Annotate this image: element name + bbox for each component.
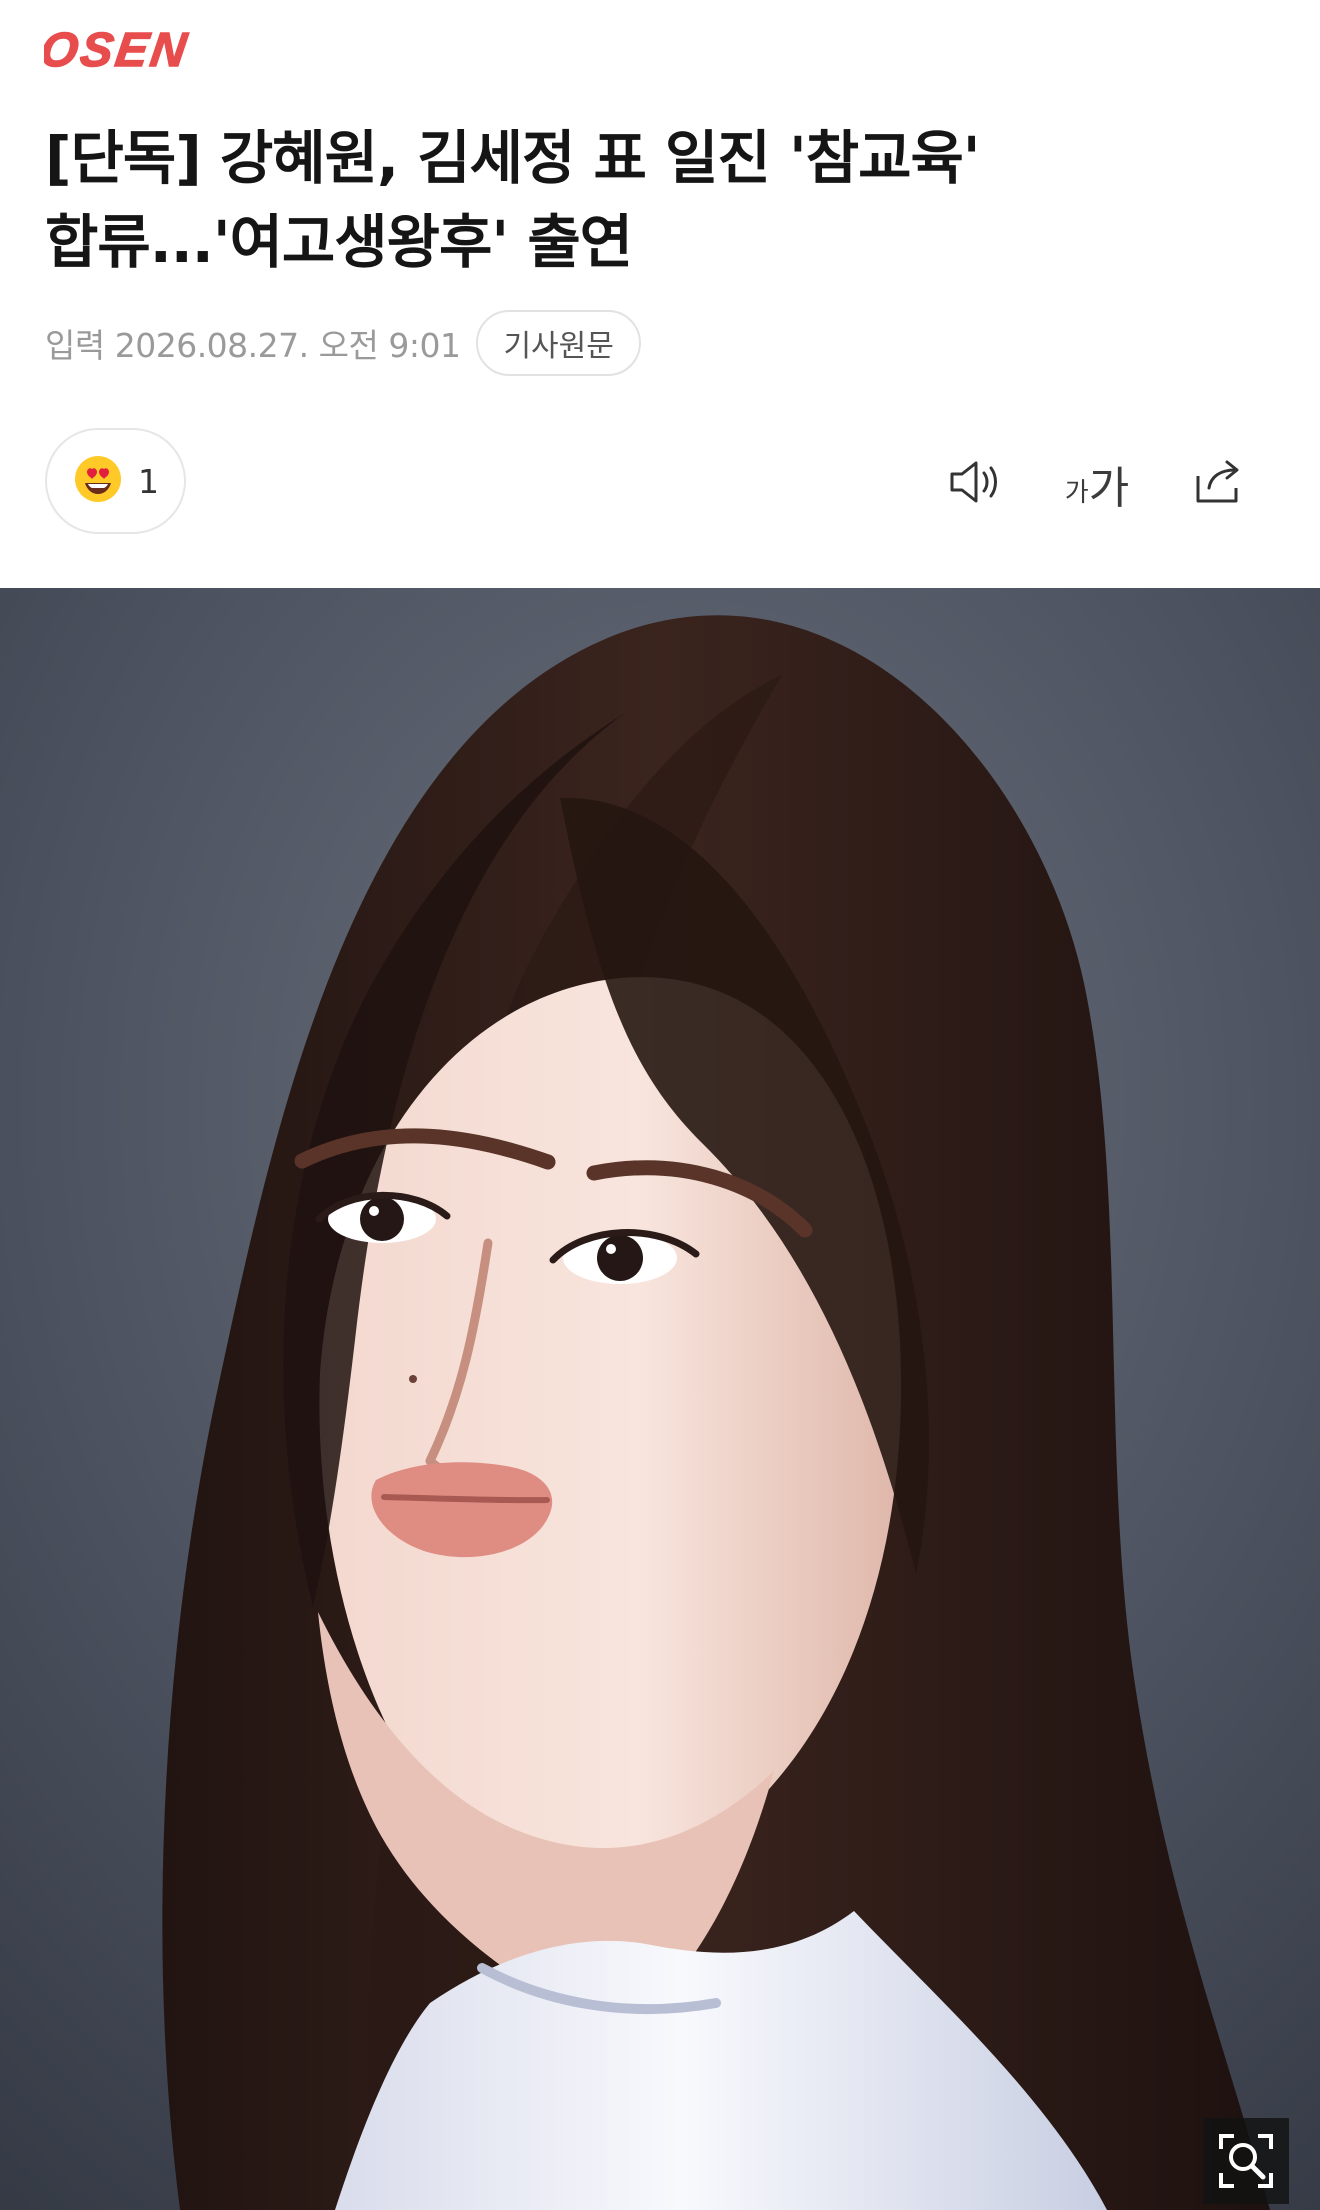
article-header: OSEN [단독] 강혜원, 김세정 표 일진 '참교육' 합류...'여고생왕…	[0, 0, 1320, 588]
logo-text: OSEN	[44, 26, 192, 74]
mobile-article-page: OSEN [단독] 강혜원, 김세정 표 일진 '참교육' 합류...'여고생왕…	[0, 0, 1320, 2210]
share-button[interactable]	[1183, 448, 1255, 520]
article-headline: [단독] 강혜원, 김세정 표 일진 '참교육' 합류...'여고생왕후' 출연	[45, 124, 981, 276]
font-size-large-label: 가	[1088, 463, 1130, 514]
font-size-small-label: 가	[1064, 478, 1089, 508]
reaction-count: 1	[138, 461, 159, 501]
original-article-button[interactable]: 기사원문	[476, 310, 641, 376]
font-size-button[interactable]: 가 가	[1061, 448, 1133, 520]
osen-logo-icon: OSEN	[44, 26, 193, 74]
article-photo	[0, 588, 1320, 2210]
osen-logo[interactable]: OSEN	[44, 26, 258, 74]
article-meta: 입력 2026.08.27. 오전 9:01 기사원문	[45, 308, 641, 378]
listen-button[interactable]	[938, 448, 1010, 520]
portrait-photo	[0, 588, 1320, 2210]
share-icon	[1190, 453, 1248, 515]
reaction-button[interactable]: 1	[45, 428, 186, 534]
magnify-fullscreen-icon	[1217, 2132, 1275, 2190]
speaker-icon	[944, 455, 1004, 513]
heart-eyes-emoji-icon	[72, 453, 124, 509]
photo-zoom-button[interactable]	[1203, 2118, 1289, 2204]
published-time: 입력 2026.08.27. 오전 9:01	[45, 326, 461, 365]
